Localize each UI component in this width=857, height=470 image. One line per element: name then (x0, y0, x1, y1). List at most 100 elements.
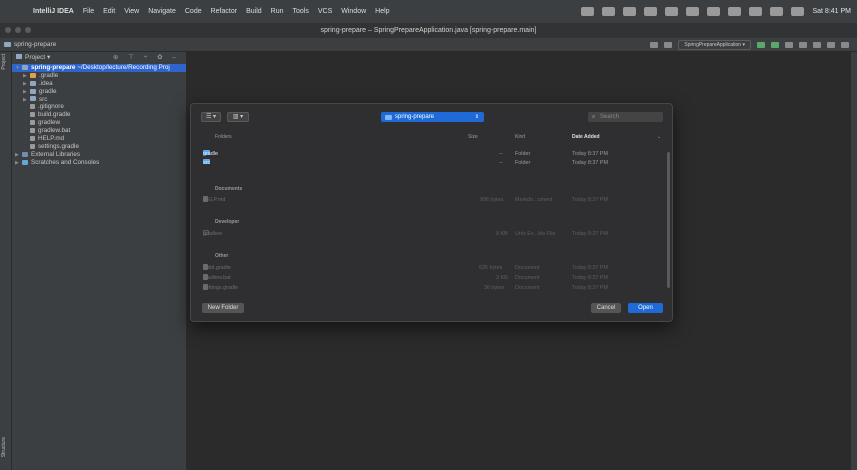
tree-item[interactable]: ▶ src (12, 96, 186, 104)
tree-item[interactable]: gradlew (12, 119, 186, 127)
search-field[interactable]: ⌕ Search (588, 112, 663, 122)
menu-edit[interactable]: Edit (103, 8, 115, 15)
menu-tools[interactable]: Tools (293, 8, 309, 15)
status-icon[interactable] (728, 7, 742, 16)
file-name: src (203, 160, 211, 166)
structure-tool-tab[interactable]: Structure (1, 437, 7, 457)
run-icon[interactable] (757, 42, 765, 48)
breadcrumb-project: spring-prepare (14, 41, 57, 48)
file-date: Today 8:37 PM (572, 231, 608, 237)
menu-run[interactable]: Run (271, 8, 284, 15)
status-icon[interactable] (581, 7, 595, 16)
tree-item-external-libraries[interactable]: ▶ External Libraries (12, 151, 186, 159)
menu-help[interactable]: Help (375, 8, 389, 15)
settings-icon[interactable] (841, 42, 849, 48)
tree-item[interactable]: HELP.md (12, 135, 186, 143)
status-icon[interactable] (707, 7, 721, 16)
tree-root-label: spring-prepare (31, 64, 76, 71)
file-size: 996 bytes (480, 197, 504, 203)
tree-item[interactable]: settings.gradle (12, 143, 186, 151)
tree-item-scratches[interactable]: ▶ Scratches and Consoles (12, 159, 186, 167)
file-date: Today 8:37 PM (572, 197, 608, 203)
file-kind: Document (515, 275, 540, 281)
view-mode-button[interactable]: ▥ ▾ (227, 112, 249, 122)
tree-root-spring-prepare[interactable]: ▼ spring-prepare ~/Desktop/lecture/Record… (12, 64, 186, 72)
tree-item-label: src (39, 95, 48, 103)
spotlight-icon[interactable] (770, 7, 784, 16)
zoom-window-button[interactable] (25, 27, 31, 33)
module-folder-icon (22, 64, 28, 70)
file-row-src[interactable]: src -- Folder Today 8:37 PM (191, 159, 672, 168)
new-folder-button[interactable]: New Folder (202, 303, 244, 313)
menu-window[interactable]: Window (341, 8, 366, 15)
status-icon[interactable] (644, 7, 658, 16)
column-name[interactable]: Folders (215, 134, 232, 140)
panel-tools[interactable]: ⊕ ⊤ ÷ ✿ – (113, 52, 180, 64)
sort-chevron-icon[interactable]: ⌄ (657, 134, 661, 140)
menu-vcs[interactable]: VCS (318, 8, 332, 15)
main-toolbar: SpringPrepareApplication ▾ (644, 40, 849, 50)
run-configuration-select[interactable]: SpringPrepareApplication ▾ (678, 40, 751, 50)
sidebar-toggle-button[interactable]: ☰ ▾ (201, 112, 221, 122)
markdown-file-icon (30, 135, 35, 141)
tree-item[interactable]: .gitignore (12, 103, 186, 111)
menu-refactor[interactable]: Refactor (211, 8, 237, 15)
coverage-icon[interactable] (785, 42, 793, 48)
menu-view[interactable]: View (124, 8, 139, 15)
column-kind[interactable]: Kind (515, 134, 525, 140)
file-row-gradlew-bat: gradlew.bat 3 KB Document Today 8:37 PM (191, 274, 672, 283)
stop-icon[interactable] (813, 42, 821, 48)
hammer-icon[interactable] (664, 42, 673, 48)
status-icons: Sat 8:41 PM (573, 0, 851, 23)
menubar-clock[interactable]: Sat 8:41 PM (812, 8, 851, 15)
file-kind: Unix Ex...ble File (515, 231, 556, 237)
tree-item[interactable]: ▶ .gradle (12, 72, 186, 80)
search-placeholder: Search (600, 114, 620, 120)
close-window-button[interactable] (5, 27, 11, 33)
tree-root-path: ~/Desktop/lecture/Recording Proj (77, 64, 170, 71)
menu-file[interactable]: File (83, 8, 94, 15)
file-size: 8 KB (496, 231, 508, 237)
open-file-dialog: ☰ ▾ ▥ ▾ spring-prepare ⇕ ⌕ Search Folder… (190, 103, 673, 322)
chevron-right-icon[interactable]: ▶ (15, 160, 22, 168)
cancel-button[interactable]: Cancel (591, 303, 621, 313)
project-tool-tab[interactable]: Project (1, 54, 7, 70)
file-date: Today 8:37 PM (572, 275, 608, 281)
file-row-gradlew: gradlew 8 KB Unix Ex...ble File Today 8:… (191, 230, 672, 239)
status-icon[interactable] (665, 7, 679, 16)
control-center-icon[interactable] (791, 7, 805, 16)
tree-item[interactable]: ▶ gradle (12, 88, 186, 96)
minimize-window-button[interactable] (15, 27, 21, 33)
column-size[interactable]: Size (468, 134, 478, 140)
file-row-build-gradle: build.gradle 635 bytes Document Today 8:… (191, 264, 672, 273)
macos-menubar: IntelliJ IDEA File Edit View Navigate Co… (0, 0, 857, 23)
wifi-icon[interactable] (749, 7, 763, 16)
search-everywhere-icon[interactable] (827, 42, 835, 48)
window-titlebar: spring-prepare – SpringPrepareApplicatio… (0, 23, 857, 38)
window-controls (5, 27, 35, 33)
file-list-scrollbar[interactable] (667, 152, 670, 288)
file-size: 635 bytes (479, 265, 503, 271)
menu-code[interactable]: Code (185, 8, 202, 15)
tree-item[interactable]: ▶ .idea (12, 80, 186, 88)
menu-navigate[interactable]: Navigate (148, 8, 176, 15)
tree-item[interactable]: gradlew.bat (12, 127, 186, 135)
menu-build[interactable]: Build (246, 8, 262, 15)
breadcrumb[interactable]: spring-prepare (4, 38, 56, 52)
open-button[interactable]: Open (628, 303, 663, 313)
project-view-select[interactable]: Project ▾ (25, 54, 50, 61)
file-row-gradle[interactable]: gradle -- Folder Today 8:37 PM (191, 150, 672, 159)
location-select[interactable]: spring-prepare ⇕ (381, 112, 484, 122)
column-date-added[interactable]: Date Added (572, 134, 600, 140)
status-icon[interactable] (623, 7, 637, 16)
debug-icon[interactable] (771, 42, 779, 48)
tree-item[interactable]: build.gradle (12, 111, 186, 119)
profile-icon[interactable] (799, 42, 807, 48)
file-row-help-md: HELP.md 996 bytes Markdo...ument Today 8… (191, 196, 672, 205)
build-icon[interactable] (650, 42, 659, 48)
file-date: Today 8:37 PM (572, 160, 608, 166)
tree-item-label: HELP.md (38, 135, 65, 143)
status-icon[interactable] (686, 7, 700, 16)
menu-app-name[interactable]: IntelliJ IDEA (33, 8, 74, 15)
status-icon[interactable] (602, 7, 616, 16)
